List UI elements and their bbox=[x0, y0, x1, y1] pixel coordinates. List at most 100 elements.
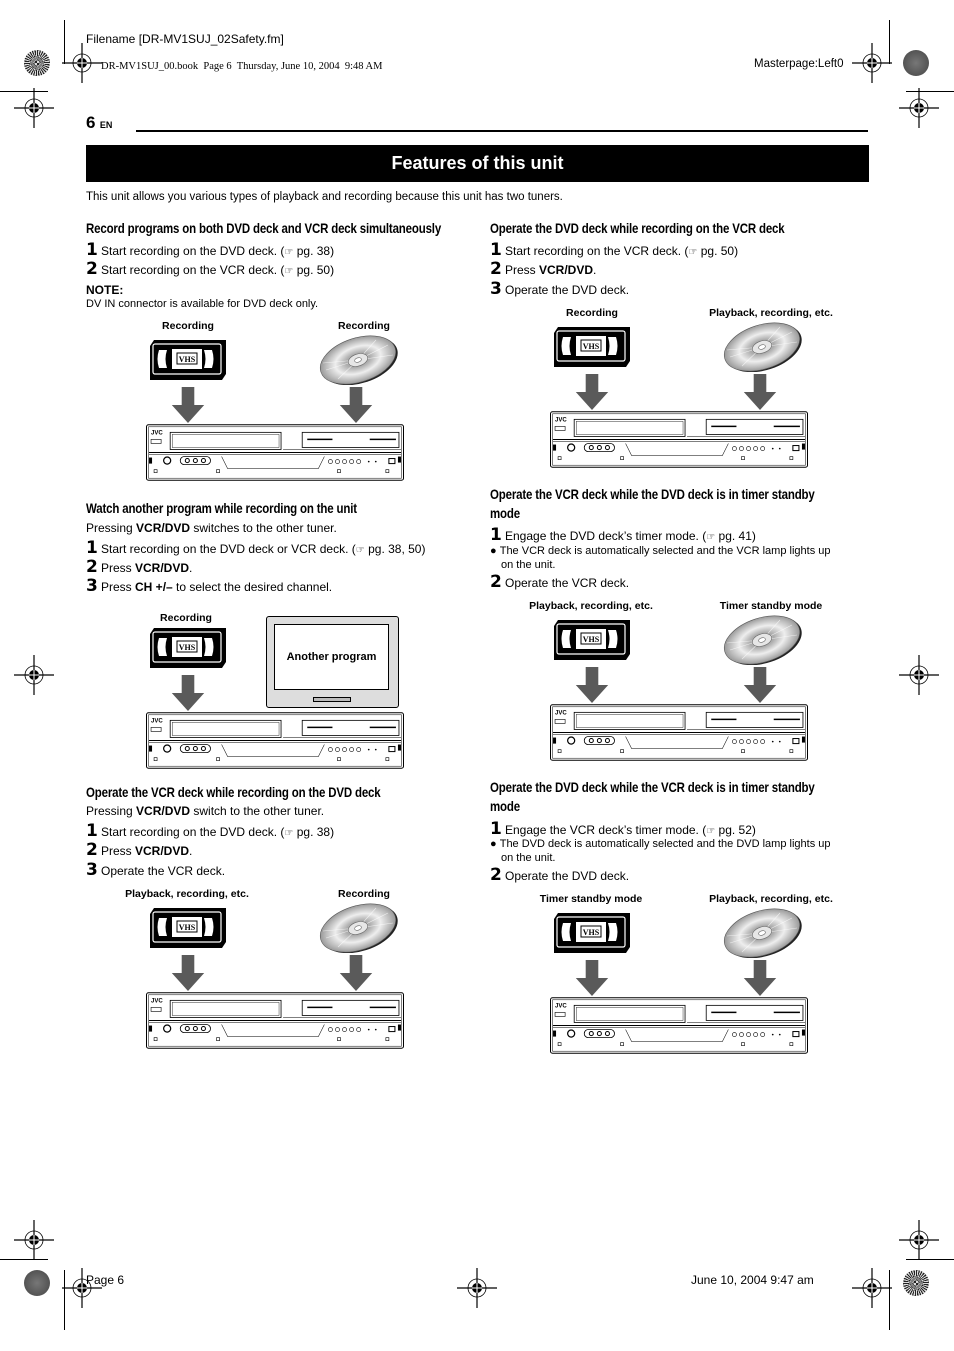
step-text: Operate the DVD deck. bbox=[505, 869, 630, 883]
tv-set-icon: Another program bbox=[266, 616, 399, 708]
dvd-disc-icon bbox=[722, 908, 804, 958]
down-arrow-icon bbox=[574, 374, 610, 410]
color-bar-patch bbox=[903, 50, 929, 76]
down-arrow-icon bbox=[338, 387, 374, 423]
step-number: 1 bbox=[490, 240, 502, 260]
step-text-end: ) bbox=[330, 825, 335, 839]
step-text-end: . bbox=[189, 844, 193, 858]
step-item: 2 Press VCR/DVD. bbox=[490, 260, 596, 280]
vhs-cassette-icon bbox=[150, 908, 226, 948]
diagram-left-label: Playback, recording, etc. bbox=[529, 600, 653, 612]
vhs-cassette-icon bbox=[554, 327, 630, 367]
tv-screen-label: Another program bbox=[286, 651, 377, 663]
note-heading: NOTE: bbox=[86, 283, 124, 297]
intro-post: switches to the other tuner. bbox=[190, 521, 337, 535]
dvd-vcr-deck-icon bbox=[146, 712, 404, 769]
step-number: 2 bbox=[86, 840, 98, 860]
page-title: Features of this unit bbox=[86, 145, 869, 182]
vhs-cassette-icon bbox=[150, 340, 226, 380]
color-bar-patch bbox=[24, 1270, 50, 1296]
step-text: Press bbox=[101, 561, 136, 575]
step-item: 2 Press VCR/DVD. bbox=[86, 558, 192, 578]
page-ref-link[interactable]: pg. 50 bbox=[701, 244, 734, 258]
page-ref-link[interactable]: pg. 38, 50 bbox=[368, 542, 421, 556]
dvd-disc-icon bbox=[318, 335, 400, 385]
step-item: 3 Operate the VCR deck. bbox=[86, 861, 225, 881]
page-ref-link[interactable]: pg. 38 bbox=[297, 244, 330, 258]
diagram-vcr-while-dvd-rec: Playback, recording, etc. Recording bbox=[125, 886, 406, 1051]
page-number-value: 6 bbox=[86, 113, 96, 132]
dvd-vcr-deck-icon bbox=[146, 992, 404, 1049]
step-number: 2 bbox=[490, 865, 502, 885]
step-text-end: ) bbox=[734, 244, 739, 258]
bullet-icon: ● bbox=[490, 545, 497, 557]
step-item: 2 Operate the DVD deck. bbox=[490, 866, 629, 886]
diagram-left-label: Recording bbox=[160, 612, 212, 624]
slug-footer-date: June 10, 2004 9:47 am bbox=[691, 1273, 814, 1287]
step-item: 1 Start recording on the DVD deck. (☞ pg.… bbox=[86, 822, 334, 843]
down-arrow-icon bbox=[574, 960, 610, 996]
button-name-vcr-dvd: VCR/DVD bbox=[136, 804, 191, 818]
dvd-vcr-deck-icon bbox=[550, 704, 808, 761]
pointing-hand-icon: ☞ bbox=[688, 247, 698, 258]
color-bar-patch bbox=[24, 50, 50, 76]
step-text: Start recording on the VCR deck. ( bbox=[505, 244, 689, 258]
page-ref-link[interactable]: pg. 52 bbox=[719, 823, 752, 837]
vhs-cassette-icon bbox=[150, 628, 226, 668]
diagram-right-label: Playback, recording, etc. bbox=[709, 307, 833, 319]
heading-line: mode bbox=[490, 505, 520, 521]
step-text: Start recording on the DVD deck. ( bbox=[101, 244, 285, 258]
registration-mark-icon bbox=[62, 43, 102, 83]
diagram-left-label: Timer standby mode bbox=[539, 893, 643, 905]
page-ref-link[interactable]: pg. 41 bbox=[719, 529, 752, 543]
diagram-dvd-while-vcr-rec: Recording Playback, recording, etc. bbox=[550, 305, 833, 470]
pointing-hand-icon: ☞ bbox=[284, 247, 294, 258]
registration-mark-icon bbox=[852, 1268, 892, 1308]
diagram-left-label: Recording bbox=[162, 320, 214, 332]
intro-pre: Pressing bbox=[86, 521, 137, 535]
diagram-simultaneous: Recording Recording bbox=[146, 318, 406, 483]
bullet-text: on the unit. bbox=[501, 852, 556, 864]
dvd-disc-icon bbox=[722, 322, 804, 372]
down-arrow-icon bbox=[574, 667, 610, 703]
step-number: 1 bbox=[86, 538, 98, 558]
registration-mark-icon bbox=[14, 88, 54, 128]
step-text-end: ) bbox=[751, 823, 756, 837]
color-bar-patch bbox=[903, 1270, 929, 1296]
page-ref-link[interactable]: pg. 38 bbox=[297, 825, 330, 839]
down-arrow-icon bbox=[170, 955, 206, 991]
diagram-dvd-while-vcr-timer: Timer standby mode Playback, recording, … bbox=[540, 891, 833, 1056]
dvd-disc-icon bbox=[318, 903, 400, 953]
diagram-left-label: Recording bbox=[566, 307, 618, 319]
registration-mark-icon bbox=[457, 1268, 497, 1308]
intro-post: switch to the other tuner. bbox=[190, 804, 325, 818]
section-heading: Operate the VCR deck while the DVD deck … bbox=[490, 485, 815, 523]
step-text: Engage the VCR deck’s timer mode. ( bbox=[505, 823, 707, 837]
step-number: 1 bbox=[490, 525, 502, 545]
step-item: 2 Start recording on the VCR deck. (☞ pg.… bbox=[86, 260, 334, 281]
registration-mark-icon bbox=[899, 655, 939, 695]
step-text: Press bbox=[101, 580, 136, 594]
step-item: 1 Start recording on the VCR deck. (☞ pg.… bbox=[490, 241, 738, 262]
step-text-end: ) bbox=[330, 244, 335, 258]
step-text: Press bbox=[505, 263, 540, 277]
down-arrow-icon bbox=[170, 387, 206, 423]
bullet-text: The VCR deck is automatically selected a… bbox=[499, 545, 831, 557]
step-number: 3 bbox=[490, 279, 502, 299]
pointing-hand-icon: ☞ bbox=[706, 532, 716, 543]
step-number: 1 bbox=[86, 821, 98, 841]
heading-line: Operate the VCR deck while the DVD deck … bbox=[490, 486, 815, 502]
step-item: 2 Operate the VCR deck. bbox=[490, 573, 629, 593]
dvd-disc-icon bbox=[722, 615, 804, 665]
step-number: 2 bbox=[490, 259, 502, 279]
step-number: 2 bbox=[86, 259, 98, 279]
note-text: DV IN connector is available for DVD dec… bbox=[86, 298, 319, 310]
diagram-left-label: Playback, recording, etc. bbox=[125, 888, 249, 900]
slug-masterpage: Masterpage:Left0 bbox=[754, 58, 844, 70]
pointing-hand-icon: ☞ bbox=[284, 266, 294, 277]
down-arrow-icon bbox=[742, 667, 778, 703]
down-arrow-icon bbox=[742, 960, 778, 996]
section-heading: Operate the VCR deck while recording on … bbox=[86, 784, 381, 800]
step-text: Press bbox=[101, 844, 136, 858]
page-ref-link[interactable]: pg. 50 bbox=[297, 263, 330, 277]
